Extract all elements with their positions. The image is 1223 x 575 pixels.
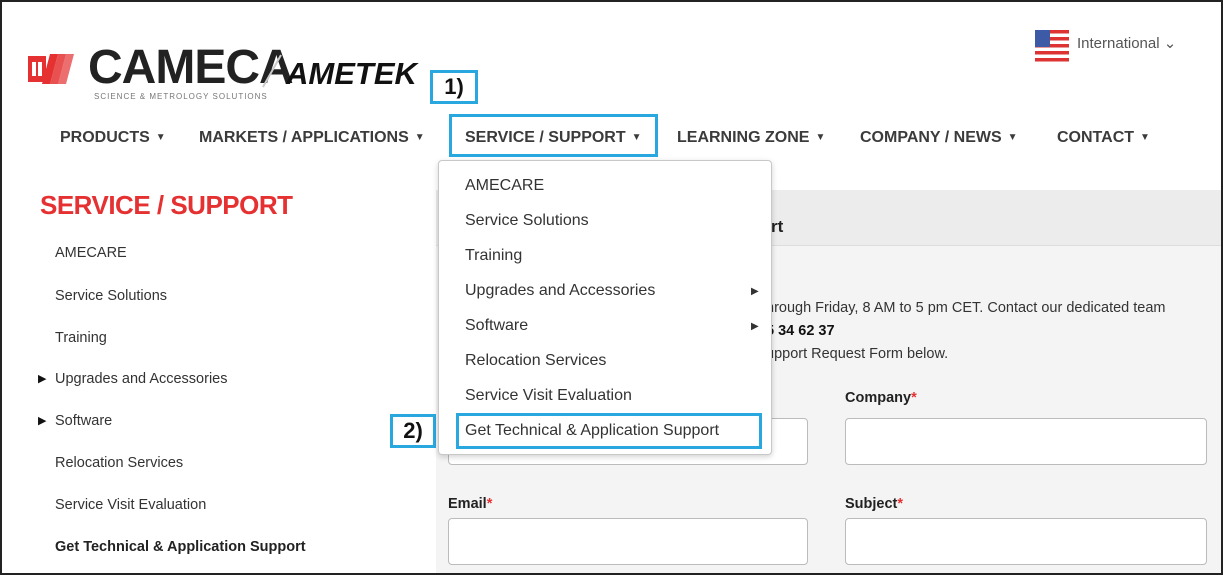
- dropdown-item-upgrades[interactable]: Upgrades and Accessories: [465, 282, 655, 300]
- nav-contact[interactable]: CONTACT ▼: [1057, 129, 1150, 147]
- logo-divider: [262, 54, 282, 88]
- caret-down-icon: ▼: [1007, 132, 1018, 143]
- sidebar-item-amecare[interactable]: AMECARE: [55, 245, 127, 261]
- sidebar-item-training[interactable]: Training: [55, 330, 107, 346]
- sidebar-item-service-solutions[interactable]: Service Solutions: [55, 288, 167, 304]
- support-phone-text: 5 34 62 37: [766, 323, 835, 339]
- nav-learning-zone[interactable]: LEARNING ZONE ▼: [677, 129, 825, 147]
- nav-service-support-highlight: [449, 114, 658, 157]
- company-field[interactable]: [845, 418, 1207, 465]
- us-flag-icon: [1035, 30, 1069, 62]
- expand-arrow-icon[interactable]: ▶: [38, 414, 46, 427]
- callout-step-2: 2): [390, 414, 436, 448]
- cameca-tagline: SCIENCE & METROLOGY SOLUTIONS: [94, 92, 268, 101]
- submenu-arrow-icon: ▶: [751, 286, 759, 297]
- service-support-dropdown: AMECARE Service Solutions Training Upgra…: [438, 160, 772, 455]
- caret-down-icon: ▼: [1140, 132, 1150, 143]
- locale-label: International ⌄: [1077, 35, 1177, 52]
- email-field[interactable]: [448, 518, 808, 565]
- caret-down-icon: ▼: [414, 132, 425, 143]
- dropdown-item-amecare[interactable]: AMECARE: [465, 177, 544, 195]
- locale-selector[interactable]: International ⌄: [1035, 30, 1205, 66]
- dropdown-item-training[interactable]: Training: [465, 247, 522, 265]
- dropdown-item-relocation[interactable]: Relocation Services: [465, 352, 606, 370]
- email-label: Email*: [448, 496, 493, 512]
- sidebar-item-relocation[interactable]: Relocation Services: [55, 455, 183, 471]
- sidebar-item-upgrades[interactable]: Upgrades and Accessories: [55, 371, 228, 387]
- cameca-logo-icon: [28, 54, 74, 84]
- expand-arrow-icon[interactable]: ▶: [38, 372, 46, 385]
- sidebar-item-visit-evaluation[interactable]: Service Visit Evaluation: [55, 497, 206, 513]
- subject-field[interactable]: [845, 518, 1207, 565]
- logo-area[interactable]: CAMECA SCIENCE & METROLOGY SOLUTIONS AME…: [28, 41, 428, 108]
- dropdown-item-software[interactable]: Software: [465, 317, 528, 335]
- submenu-arrow-icon: ▶: [751, 321, 759, 332]
- technical-support-highlight: [456, 413, 762, 449]
- subject-label: Subject*: [845, 496, 904, 512]
- support-form-hint: upport Request Form below.: [766, 346, 949, 362]
- sidebar-item-software[interactable]: Software: [55, 413, 112, 429]
- company-label: Company*: [845, 390, 917, 406]
- nav-markets-applications[interactable]: MARKETS / APPLICATIONS ▼: [199, 129, 425, 147]
- callout-step-1: 1): [430, 70, 478, 104]
- sidebar-title: SERVICE / SUPPORT: [40, 190, 293, 220]
- panel-title: rt: [771, 217, 784, 236]
- chevron-down-icon: ⌄: [1163, 35, 1177, 52]
- support-hours-text: hrough Friday, 8 AM to 5 pm CET. Contact…: [766, 300, 1166, 316]
- ametek-wordmark: AMETEK: [286, 56, 417, 91]
- sidebar-item-technical-support[interactable]: Get Technical & Application Support: [55, 539, 306, 555]
- dropdown-item-visit-evaluation[interactable]: Service Visit Evaluation: [465, 387, 632, 405]
- nav-company-news[interactable]: COMPANY / NEWS ▼: [860, 129, 1018, 147]
- dropdown-item-service-solutions[interactable]: Service Solutions: [465, 212, 589, 230]
- caret-down-icon: ▼: [815, 132, 826, 143]
- nav-products[interactable]: PRODUCTS ▼: [60, 129, 166, 147]
- caret-down-icon: ▼: [155, 132, 166, 143]
